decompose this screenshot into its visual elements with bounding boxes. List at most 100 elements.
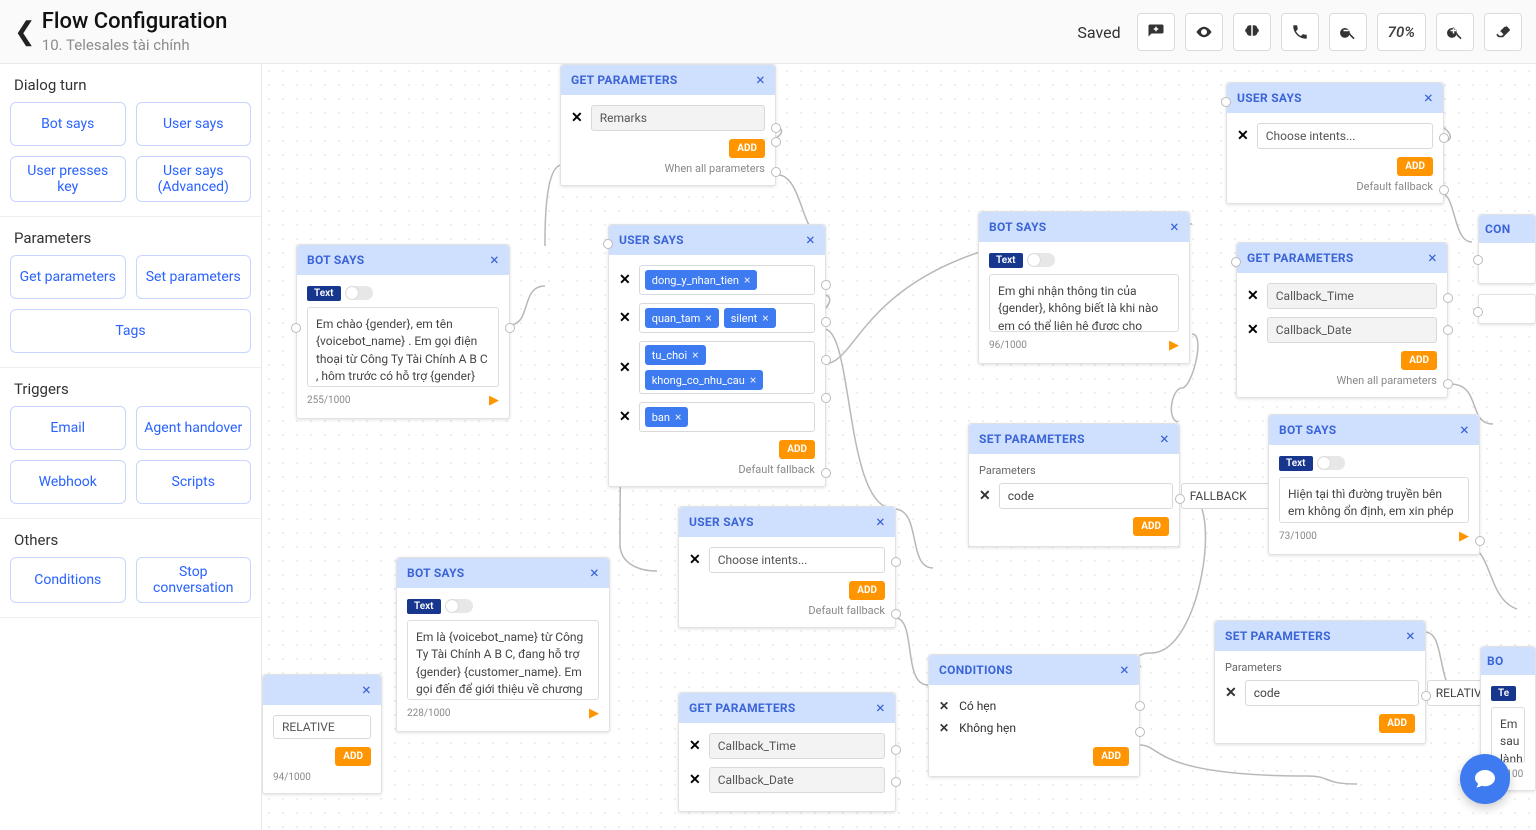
node-bot-says-right1[interactable]: BOT SAYS × Text Em ghi nhận thông tin củ… [978,211,1190,364]
btn-webhook[interactable]: Webhook [10,460,126,504]
close-icon[interactable]: × [806,232,815,248]
param-field[interactable]: Callback_Date [1267,317,1437,343]
remove-tag-icon[interactable]: × [744,273,750,287]
intent-row[interactable]: quan_tam× silent× [639,303,815,333]
param-field[interactable]: Callback_Time [709,733,885,759]
close-icon[interactable]: × [876,514,885,530]
zoom-in-icon[interactable] [1436,13,1474,51]
bot-message-text[interactable]: Em ghi nhận thông tin của {gender}, khôn… [989,274,1179,332]
play-icon[interactable]: ▶ [1169,338,1179,353]
remove-tag-icon[interactable]: × [692,348,698,362]
eye-icon[interactable] [1185,13,1223,51]
remove-field-icon[interactable]: ✕ [689,738,701,754]
remove-row-icon[interactable]: ✕ [1225,685,1237,701]
play-icon[interactable]: ▶ [1459,529,1469,544]
remove-field-icon[interactable]: ✕ [1247,288,1259,304]
node-bot-says-1[interactable]: BOT SAYS × Text Em chào {gender}, em tên… [296,244,510,419]
close-icon[interactable]: × [876,700,885,716]
btn-get-parameters[interactable]: Get parameters [10,255,126,299]
node-user-says-choose[interactable]: USER SAYS × ✕ Choose intents... ADD Defa… [678,506,896,628]
remove-item-icon[interactable]: ✕ [939,721,949,735]
node-partial-con[interactable]: CON [1478,214,1536,284]
param-field[interactable]: RELATIVE [273,715,371,739]
zoom-out-icon[interactable] [1329,13,1367,51]
node-set-params-fallback[interactable]: SET PARAMETERS × Parameters ✕ ADD [968,423,1180,547]
choose-intents-input[interactable]: Choose intents... [709,547,885,573]
remove-tag-icon[interactable]: × [750,373,756,387]
remove-field-icon[interactable]: ✕ [571,110,583,126]
param-field-remarks[interactable]: Remarks [591,105,765,131]
close-icon[interactable]: × [1460,422,1469,438]
close-icon[interactable]: × [1428,250,1437,266]
chat-fab-icon[interactable] [1460,754,1510,804]
add-button[interactable]: ADD [335,747,371,766]
add-button[interactable]: ADD [779,440,815,459]
back-button[interactable]: ❮ [14,19,42,45]
play-icon[interactable]: ▶ [489,393,499,408]
btn-set-parameters[interactable]: Set parameters [136,255,252,299]
add-button[interactable]: ADD [1397,157,1433,176]
intent-row[interactable]: dong_y_nhan_tien× [639,265,815,295]
param-field[interactable]: Callback_Time [1267,283,1437,309]
node-get-params-callback-right[interactable]: GET PARAMETERS × ✕ Callback_Time ✕ Callb… [1236,242,1448,398]
node-bot-says-2[interactable]: BOT SAYS × Text Em là {voicebot_name} từ… [396,557,610,732]
add-button[interactable]: ADD [1379,714,1415,733]
intent-tag[interactable]: dong_y_nhan_tien× [645,270,758,290]
param-field[interactable]: Callback_Date [709,767,885,793]
remove-row-icon[interactable]: ✕ [619,409,631,425]
close-icon[interactable]: × [362,682,371,698]
condition-item[interactable]: Không hẹn [959,721,1016,735]
close-icon[interactable]: × [1160,431,1169,447]
add-button[interactable]: ADD [729,139,765,158]
btn-scripts[interactable]: Scripts [136,460,252,504]
close-icon[interactable]: × [1170,219,1179,235]
remove-row-icon[interactable]: ✕ [619,272,631,288]
param-key-input[interactable] [1245,680,1419,706]
node-user-says-intents[interactable]: USER SAYS × ✕ dong_y_nhan_tien× ✕ quan_t… [608,224,826,487]
bot-message-text[interactable]: Em là {voicebot_name} từ Công Ty Tài Chí… [407,620,599,700]
close-icon[interactable]: × [1406,628,1415,644]
btn-agent-handover[interactable]: Agent handover [136,406,252,450]
node-user-says-top-right[interactable]: USER SAYS × ✕ Choose intents... ADD Defa… [1226,82,1444,204]
bot-message-text[interactable]: Hiện tại thì đường truyền bên em không ổ… [1279,477,1469,523]
add-button[interactable]: ADD [1133,517,1169,536]
intent-row[interactable]: ban× [639,402,815,432]
toggle-icon[interactable] [445,599,473,613]
toggle-icon[interactable] [345,286,373,300]
remove-item-icon[interactable]: ✕ [939,699,949,713]
btn-conditions[interactable]: Conditions [10,557,126,603]
remove-tag-icon[interactable]: × [705,311,711,325]
btn-email[interactable]: Email [10,406,126,450]
intent-tag[interactable]: silent× [724,308,776,328]
close-icon[interactable]: × [590,565,599,581]
node-get-params-remarks[interactable]: GET PARAMETERS × ✕ Remarks ADD When all … [560,64,776,186]
remove-row-icon[interactable]: ✕ [979,488,991,504]
bot-message-text[interactable]: Em chào {gender}, em tên {voicebot_name}… [307,307,499,387]
add-button[interactable]: ADD [1093,747,1129,766]
close-icon[interactable]: × [1120,662,1129,678]
play-icon[interactable]: ▶ [589,706,599,721]
btn-bot-says[interactable]: Bot says [10,102,126,146]
remove-row-icon[interactable]: ✕ [1237,128,1249,144]
btn-tags[interactable]: Tags [10,309,251,353]
remove-row-icon[interactable]: ✕ [619,310,631,326]
add-button[interactable]: ADD [849,581,885,600]
remove-field-icon[interactable]: ✕ [689,772,701,788]
node-partial-right-a[interactable] [1478,294,1536,324]
toggle-icon[interactable] [1027,253,1055,267]
intent-tag[interactable]: quan_tam× [645,308,719,328]
remove-tag-icon[interactable]: × [762,311,768,325]
node-get-params-callback-low[interactable]: GET PARAMETERS × ✕ Callback_Time ✕ Callb… [678,692,896,812]
remove-field-icon[interactable]: ✕ [1247,322,1259,338]
btn-user-says-advanced[interactable]: User says (Advanced) [136,156,252,202]
phone-icon[interactable] [1281,13,1319,51]
node-bot-says-right2[interactable]: BOT SAYS × Text Hiện tại thì đường truyề… [1268,414,1480,555]
close-icon[interactable]: × [1424,90,1433,106]
param-key-input[interactable] [999,483,1173,509]
intent-row[interactable]: tu_choi× khong_co_nhu_cau× [639,341,815,394]
btn-user-presses-key[interactable]: User presses key [10,156,126,202]
eraser-icon[interactable] [1484,13,1522,51]
close-icon[interactable]: × [756,72,765,88]
toggle-icon[interactable] [1317,456,1345,470]
remove-row-icon[interactable]: ✕ [689,552,701,568]
